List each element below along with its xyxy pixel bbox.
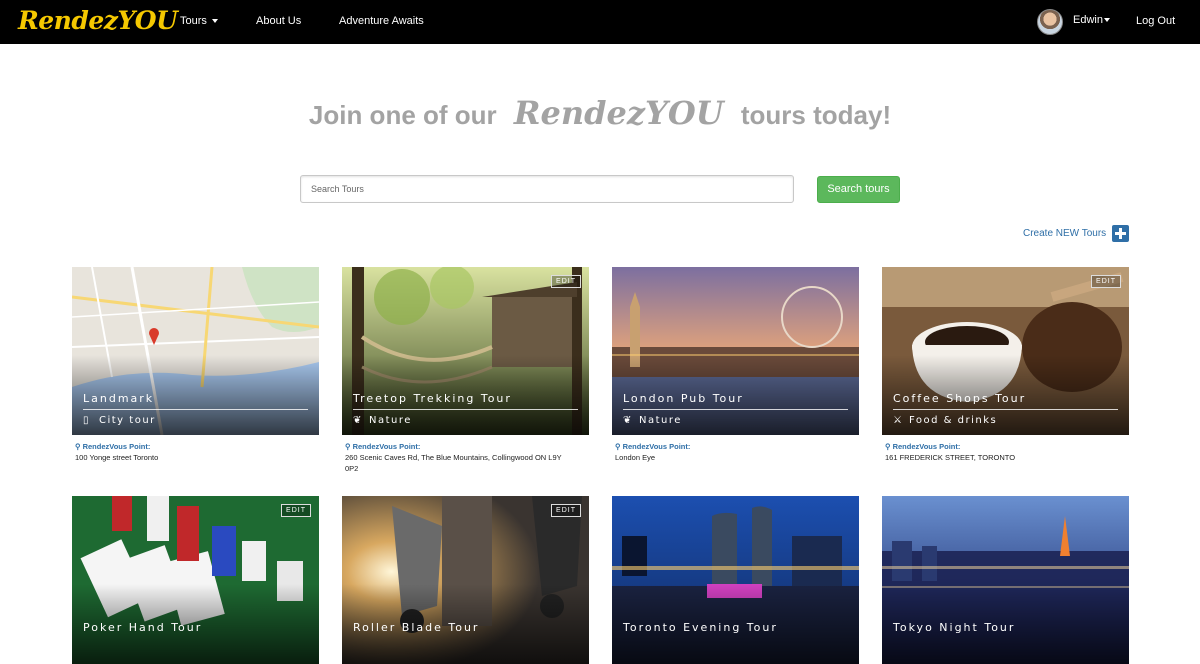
edit-button[interactable]: EDIT bbox=[551, 504, 581, 517]
tour-title: Poker Hand Tour bbox=[83, 621, 203, 634]
top-navbar: RendezYOU Tours About Us Adventure Await… bbox=[0, 0, 1200, 44]
caret-down-icon bbox=[211, 19, 218, 24]
tour-card-treetop[interactable]: EDIT Treetop Trekking Tour ❦ Nature bbox=[342, 267, 589, 435]
rendezvous-label: ⚲ RendezVous Point: bbox=[615, 442, 691, 451]
edit-button[interactable]: EDIT bbox=[281, 504, 311, 517]
rendezvous-label: ⚲ RendezVous Point: bbox=[345, 442, 421, 451]
divider bbox=[353, 409, 578, 410]
search-tours-input[interactable] bbox=[300, 175, 794, 203]
cutlery-icon: ⚔ bbox=[893, 415, 904, 426]
tour-title: Roller Blade Tour bbox=[353, 621, 480, 634]
rendezvous-address: 260 Scenic Caves Rd, The Blue Mountains,… bbox=[345, 453, 562, 473]
leaf-icon: ❦ bbox=[623, 415, 633, 426]
rendezvous-address: London Eye bbox=[615, 453, 656, 462]
leaf-icon: ❦ bbox=[353, 415, 363, 426]
edit-button[interactable]: EDIT bbox=[1091, 275, 1121, 288]
tour-category: ❦ Nature bbox=[623, 415, 682, 426]
rendezvous-label: ⚲ RendezVous Point: bbox=[885, 442, 961, 451]
user-menu-dropdown[interactable]: Edwin bbox=[1073, 14, 1110, 26]
map-marker-icon: ⚲ bbox=[885, 442, 891, 451]
rendezvous-address: 100 Yonge street Toronto bbox=[75, 453, 159, 462]
rendezvous-label: ⚲ RendezVous Point: bbox=[75, 442, 151, 451]
tour-category-label: City tour bbox=[99, 415, 156, 426]
tour-title: London Pub Tour bbox=[623, 392, 744, 405]
rendezvous-address: 161 FREDERICK STREET, TORONTO bbox=[885, 453, 1016, 462]
hero-text-post: tours today! bbox=[740, 100, 892, 130]
tour-title: Landmark bbox=[83, 392, 155, 405]
map-marker-icon: ⚲ bbox=[75, 442, 81, 451]
tour-card-landmark[interactable]: Landmark ▯ City tour bbox=[72, 267, 319, 435]
tour-card-coffee-shops[interactable]: EDIT Coffee Shops Tour ⚔ Food & drinks bbox=[882, 267, 1129, 435]
nav-tours-label: Tours bbox=[180, 15, 207, 27]
create-new-tours-link[interactable]: Create NEW Tours bbox=[1023, 228, 1106, 239]
divider bbox=[83, 409, 308, 410]
tour-title: Coffee Shops Tour bbox=[893, 392, 1027, 405]
building-icon: ▯ bbox=[83, 415, 91, 426]
tour-category-label: Food & drinks bbox=[909, 415, 998, 426]
logout-link[interactable]: Log Out bbox=[1136, 15, 1175, 27]
search-tours-button[interactable]: Search tours bbox=[817, 176, 900, 203]
nav-tours-dropdown[interactable]: Tours bbox=[180, 15, 218, 27]
tour-category: ▯ City tour bbox=[83, 415, 156, 426]
map-marker-icon: ⚲ bbox=[615, 442, 621, 451]
tour-category: ❦ Nature bbox=[353, 415, 412, 426]
tour-title: Tokyo Night Tour bbox=[893, 621, 1016, 634]
user-avatar[interactable] bbox=[1037, 9, 1063, 35]
tour-category-label: Nature bbox=[639, 415, 682, 426]
tour-card-tokyo-night[interactable]: Tokyo Night Tour bbox=[882, 496, 1129, 664]
hero-brand-logo: RendezYOU bbox=[513, 94, 724, 132]
nav-about-us[interactable]: About Us bbox=[256, 15, 301, 27]
user-name: Edwin bbox=[1073, 14, 1103, 26]
brand-logo[interactable]: RendezYOU bbox=[18, 6, 178, 35]
divider bbox=[893, 409, 1118, 410]
plus-icon[interactable] bbox=[1112, 225, 1129, 242]
edit-button[interactable]: EDIT bbox=[551, 275, 581, 288]
hero-text-pre: Join one of our bbox=[308, 100, 497, 130]
tour-card-poker[interactable]: EDIT Poker Hand Tour bbox=[72, 496, 319, 664]
tour-card-london-pub[interactable]: London Pub Tour ❦ Nature bbox=[612, 267, 859, 435]
tour-category-label: Nature bbox=[369, 415, 412, 426]
tour-title: Toronto Evening Tour bbox=[623, 621, 778, 634]
divider bbox=[623, 409, 848, 410]
hero-heading: Join one of our RendezYOU tours today! bbox=[0, 94, 1200, 132]
tour-card-toronto-evening[interactable]: Toronto Evening Tour bbox=[612, 496, 859, 664]
caret-down-icon bbox=[1103, 18, 1110, 23]
tour-category: ⚔ Food & drinks bbox=[893, 415, 997, 426]
map-marker-icon: ⚲ bbox=[345, 442, 351, 451]
tour-card-roller-blade[interactable]: EDIT Roller Blade Tour bbox=[342, 496, 589, 664]
tour-title: Treetop Trekking Tour bbox=[353, 392, 512, 405]
nav-adventure-awaits[interactable]: Adventure Awaits bbox=[339, 15, 424, 27]
